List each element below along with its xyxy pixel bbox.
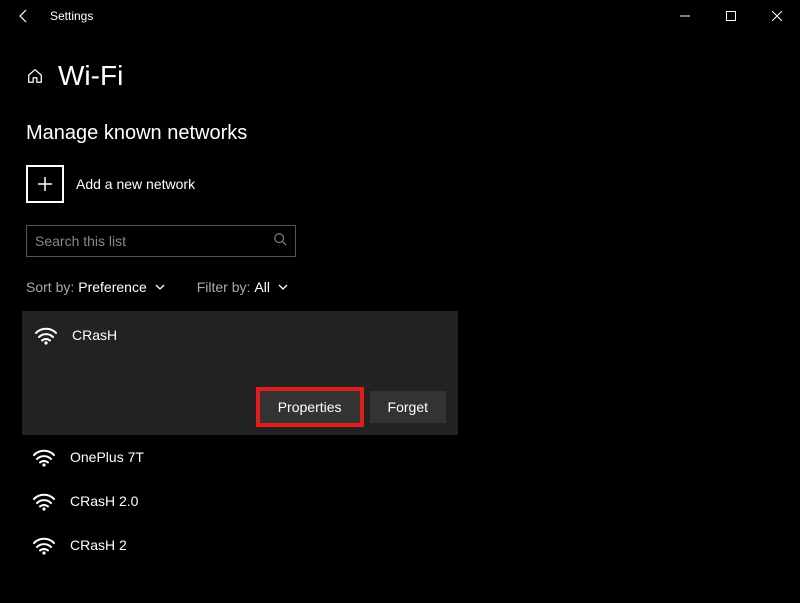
plus-icon <box>26 165 64 203</box>
maximize-icon <box>726 11 736 21</box>
search-icon <box>273 232 287 251</box>
add-network-label: Add a new network <box>76 176 195 192</box>
filter-label: Filter by: <box>197 279 251 295</box>
add-network-button[interactable]: Add a new network <box>26 165 774 203</box>
section-title: Manage known networks <box>26 122 774 145</box>
home-icon[interactable] <box>26 67 44 85</box>
window-title: Settings <box>50 9 93 23</box>
network-row: CRasH 2 <box>32 535 127 555</box>
network-name: CRasH <box>72 327 117 343</box>
window-controls <box>662 0 800 32</box>
filter-value: All <box>254 279 270 295</box>
titlebar: Settings <box>0 0 800 32</box>
properties-button[interactable]: Properties <box>260 391 360 423</box>
wifi-icon <box>34 325 60 345</box>
sort-value: Preference <box>78 279 146 295</box>
network-row: OnePlus 7T <box>32 447 144 467</box>
page-header: Wi-Fi <box>26 60 774 92</box>
network-item[interactable]: CRasH 2.0 <box>22 479 774 523</box>
network-row: CRasH <box>34 325 446 345</box>
close-icon <box>772 11 782 21</box>
filter-by-dropdown[interactable]: Filter by: All <box>197 279 288 295</box>
content: Wi-Fi Manage known networks Add a new ne… <box>0 32 800 567</box>
wifi-icon <box>32 447 58 467</box>
search-box[interactable] <box>26 225 296 257</box>
filters-row: Sort by: Preference Filter by: All <box>26 279 774 295</box>
wifi-icon <box>32 535 58 555</box>
network-item[interactable]: CRasH Properties Forget <box>22 311 458 435</box>
sort-label: Sort by: <box>26 279 74 295</box>
network-name: CRasH 2 <box>70 537 127 553</box>
network-row: CRasH 2.0 <box>32 491 138 511</box>
wifi-icon <box>32 491 58 511</box>
minimize-icon <box>680 11 690 21</box>
back-button[interactable] <box>6 0 42 32</box>
chevron-down-icon <box>278 279 288 295</box>
search-input[interactable] <box>35 233 273 249</box>
back-arrow-icon <box>16 8 32 24</box>
close-button[interactable] <box>754 0 800 32</box>
minimize-button[interactable] <box>662 0 708 32</box>
page-title: Wi-Fi <box>58 60 123 92</box>
network-name: OnePlus 7T <box>70 449 144 465</box>
network-item[interactable]: CRasH 2 <box>22 523 774 567</box>
chevron-down-icon <box>155 279 165 295</box>
maximize-button[interactable] <box>708 0 754 32</box>
sort-by-dropdown[interactable]: Sort by: Preference <box>26 279 165 295</box>
network-item[interactable]: OnePlus 7T <box>22 435 774 479</box>
network-name: CRasH 2.0 <box>70 493 138 509</box>
network-actions: Properties Forget <box>34 391 446 423</box>
forget-button[interactable]: Forget <box>370 391 446 423</box>
network-list: CRasH Properties Forget OnePlus 7T CRasH 2.0… <box>22 311 774 567</box>
